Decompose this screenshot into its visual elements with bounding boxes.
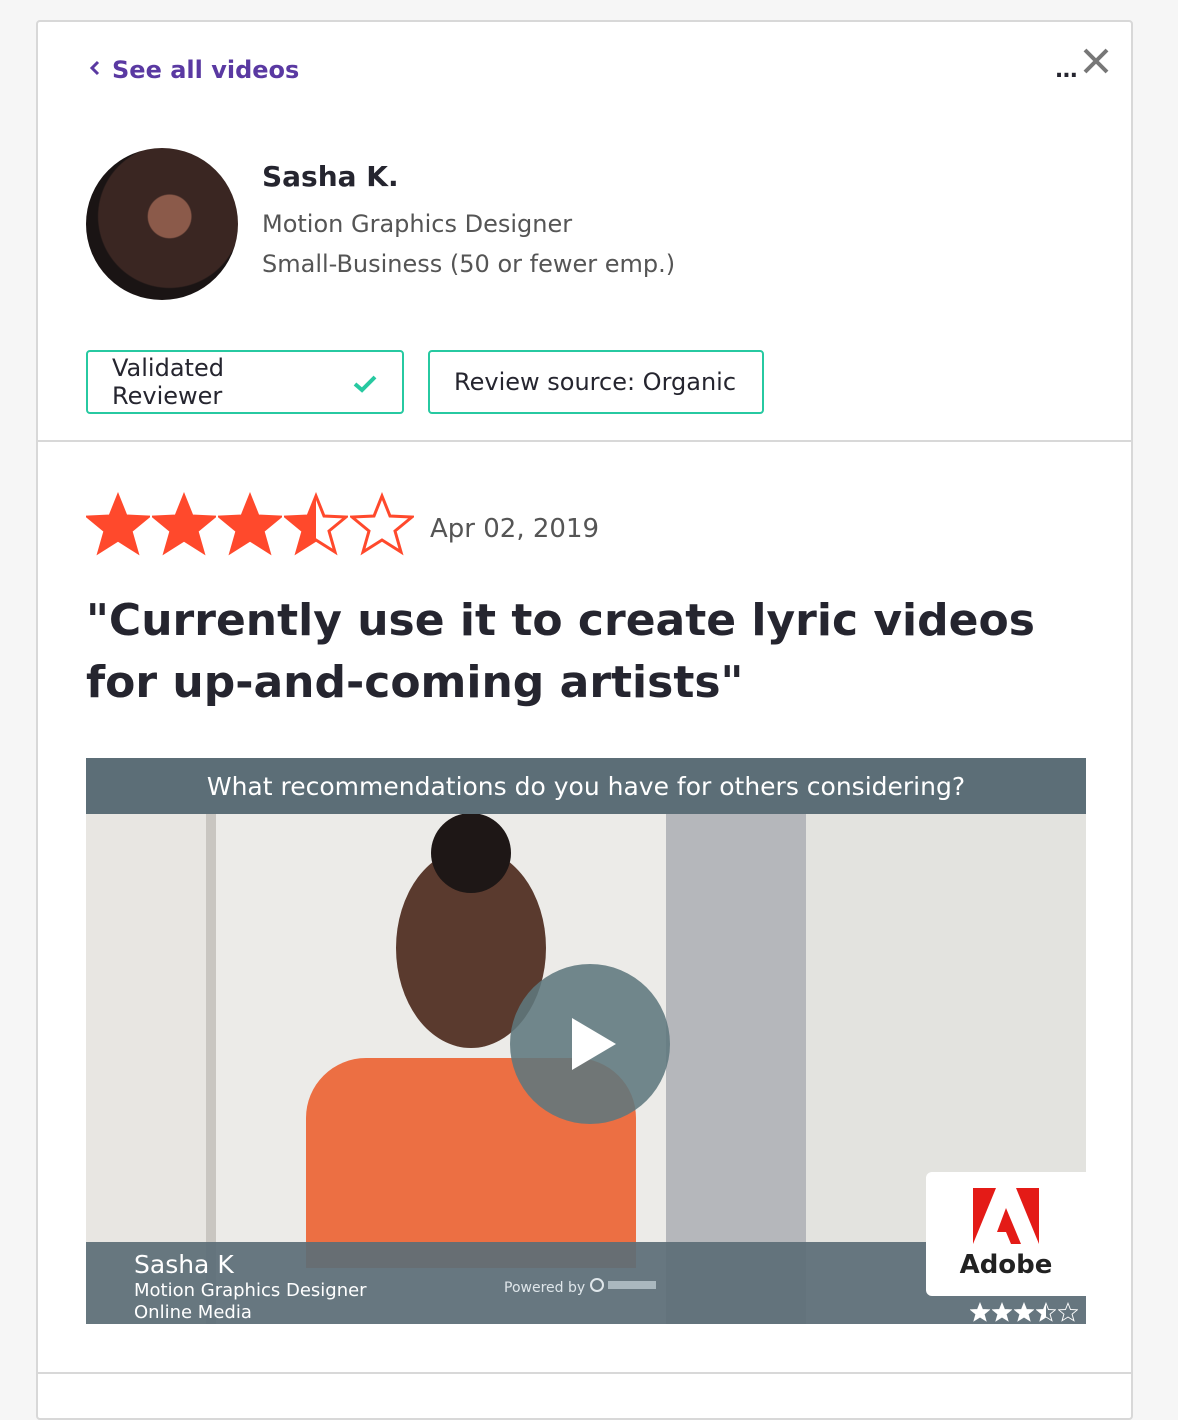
star-icon — [218, 492, 282, 556]
g2-crowd-logo — [589, 1278, 656, 1292]
review-modal: See all videos ... Sasha K. Motion Graph… — [36, 20, 1133, 1420]
video-person-org: Online Media — [134, 1302, 252, 1323]
star-icon — [152, 492, 216, 556]
review-source-label: Review source: Organic — [454, 368, 737, 396]
modal-actions: ... — [1055, 46, 1111, 83]
more-options-button[interactable]: ... — [1055, 58, 1078, 83]
star-icon — [284, 492, 348, 556]
chevron-left-icon — [88, 59, 100, 81]
review-source-badge: Review source: Organic — [428, 350, 764, 414]
see-all-videos-label: See all videos — [112, 56, 300, 84]
review-star-rating — [86, 492, 416, 556]
star-icon — [86, 492, 150, 556]
adobe-logo-card: Adobe — [926, 1172, 1086, 1296]
play-icon — [572, 1018, 616, 1070]
play-button[interactable] — [510, 964, 670, 1124]
powered-by-label: Powered by — [504, 1278, 660, 1296]
review-headline: "Currently use it to create lyric videos… — [86, 595, 1035, 708]
validated-reviewer-badge: Validated Reviewer — [86, 350, 404, 414]
star-icon — [1014, 1302, 1034, 1322]
reviewer-company-size: Small-Business (50 or fewer emp.) — [262, 250, 676, 278]
star-icon — [1036, 1302, 1056, 1322]
reviewer-avatar — [86, 148, 238, 300]
video-question-bar: What recommendations do you have for oth… — [86, 758, 1086, 814]
section-divider — [38, 440, 1131, 442]
video-person-name: Sasha K — [134, 1250, 234, 1279]
star-icon — [970, 1302, 990, 1322]
video-person-title: Motion Graphics Designer — [134, 1280, 367, 1301]
video-player[interactable]: What recommendations do you have for oth… — [86, 758, 1086, 1324]
star-icon — [350, 492, 414, 556]
adobe-logo — [973, 1188, 1039, 1244]
review-date: Apr 02, 2019 — [430, 514, 600, 544]
see-all-videos-link[interactable]: See all videos — [88, 56, 299, 84]
check-icon — [352, 372, 378, 393]
reviewer-name: Sasha K. — [262, 160, 399, 193]
star-icon — [1058, 1302, 1078, 1322]
video-star-rating — [968, 1302, 1078, 1322]
adobe-brand-name: Adobe — [959, 1250, 1053, 1280]
validated-reviewer-label: Validated Reviewer — [112, 354, 224, 410]
reviewer-title: Motion Graphics Designer — [262, 210, 573, 238]
bottom-divider — [38, 1372, 1131, 1374]
video-person-hair — [431, 813, 511, 893]
close-icon[interactable] — [1081, 46, 1111, 76]
star-icon — [992, 1302, 1012, 1322]
video-question: What recommendations do you have for oth… — [206, 771, 966, 801]
